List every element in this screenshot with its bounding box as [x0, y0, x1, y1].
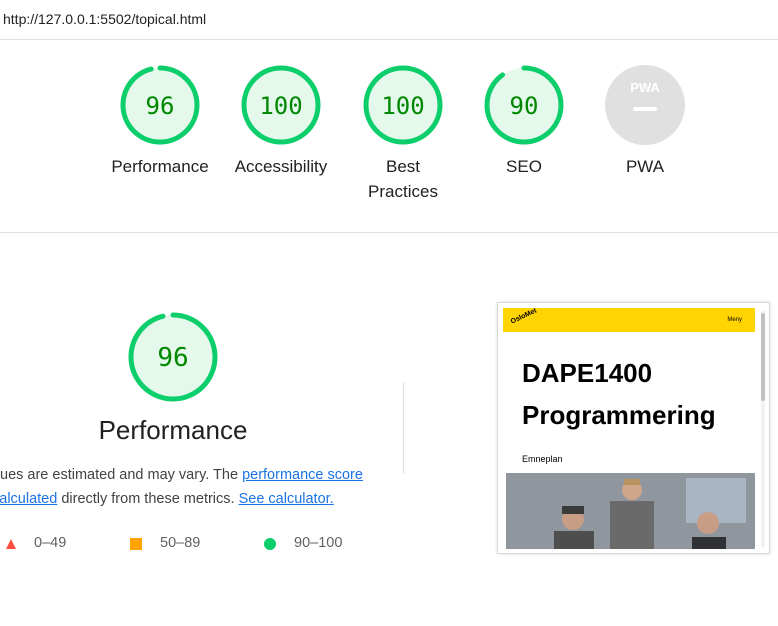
gauge-accessibility[interactable]: 100 Accessibility	[231, 64, 331, 179]
legend-range-label: 0–49	[34, 535, 67, 551]
top-divider	[0, 39, 778, 40]
heading-line-2: Programmering	[522, 400, 716, 430]
vertical-separator	[403, 382, 404, 474]
screenshot-header-bar: OsloMet Meny	[503, 308, 755, 332]
triangle-icon	[6, 539, 16, 549]
see-calculator-link[interactable]: See calculator.	[239, 491, 334, 507]
gauge-label: SEO	[506, 157, 542, 176]
gauge-score: 96	[157, 343, 188, 373]
gauge-label: Performance	[111, 157, 209, 176]
legend-range-label: 50–89	[160, 535, 201, 551]
circle-icon	[264, 538, 276, 550]
performance-gauge-large: 96	[73, 311, 273, 403]
gauge-performance[interactable]: 96 Performance	[110, 64, 210, 179]
screenshot-photo	[506, 473, 755, 549]
performance-title: Performance	[98, 415, 248, 445]
performance-score-link[interactable]: performance score	[242, 467, 363, 483]
legend-pass: 90–100	[264, 535, 342, 551]
address-bar-url[interactable]: http://127.0.0.1:5502/topical.html	[3, 11, 206, 27]
legend-range-label: 90–100	[294, 535, 343, 551]
people-photo-image	[506, 473, 755, 549]
gauge-label: Accessibility	[234, 157, 328, 176]
gauge-seo[interactable]: 90 SEO	[474, 64, 574, 179]
brand-logo: OsloMet	[509, 308, 538, 326]
menu-label: Meny	[727, 317, 742, 323]
gauge-best-practices[interactable]: 100 Best Practices	[353, 64, 453, 204]
legend-average: 50–89	[130, 535, 200, 551]
screenshot-subtitle: Emneplan	[522, 454, 563, 464]
heading-line-1: DAPE1400	[522, 358, 653, 388]
desc-text-1: ues are estimated and may vary. The	[0, 467, 243, 483]
gauge-score: 90	[510, 92, 539, 120]
legend-fail: 0–49	[5, 535, 66, 551]
calculated-link[interactable]: calculated	[0, 491, 57, 507]
gauge-pwa[interactable]: PWA PWA	[595, 64, 695, 179]
square-icon	[130, 538, 142, 550]
performance-description: ues are estimated and may vary. The perf…	[0, 463, 400, 511]
section-divider	[0, 232, 778, 233]
pwa-badge-icon: PWA	[605, 65, 685, 145]
desc-text-2: directly from these metrics.	[57, 491, 239, 507]
gauge-score: 100	[381, 92, 424, 120]
screenshot-heading: DAPE1400 Programmering	[522, 352, 716, 436]
screenshot-scrollbar-thumb[interactable]	[761, 313, 765, 401]
page-screenshot-thumbnail[interactable]: OsloMet Meny DAPE1400 Programmering Emne…	[497, 302, 770, 554]
gauge-label: PWA	[625, 157, 665, 176]
gauge-score: 96	[146, 92, 175, 120]
gauge-label: Best Practices	[368, 157, 438, 201]
screenshot-viewport: OsloMet Meny DAPE1400 Programmering Emne…	[503, 308, 755, 549]
pwa-badge-text: PWA	[630, 80, 660, 95]
gauge-score: 100	[259, 92, 302, 120]
